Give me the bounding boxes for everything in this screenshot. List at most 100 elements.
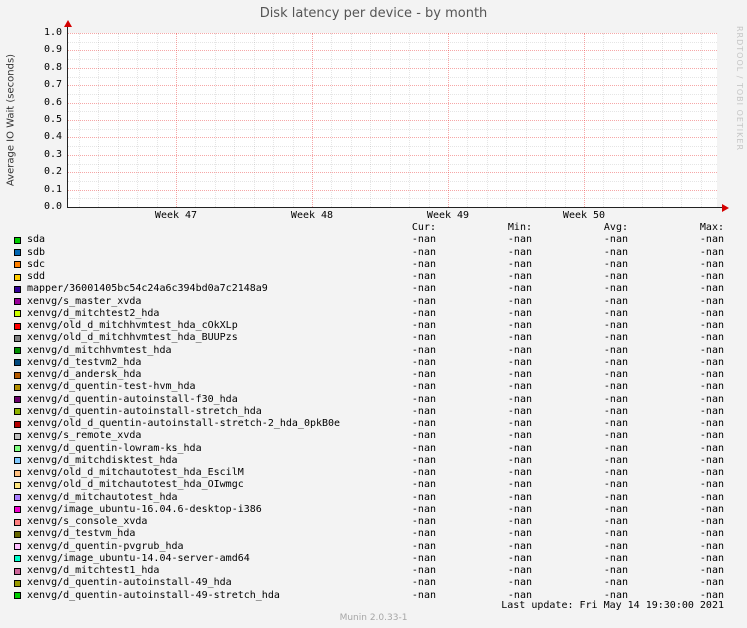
legend-value: -nan bbox=[603, 552, 628, 564]
legend-swatch-icon bbox=[14, 396, 21, 404]
legend-value: -nan bbox=[411, 344, 436, 356]
legend-value: -nan bbox=[699, 516, 724, 528]
gridline bbox=[312, 33, 313, 207]
gridline bbox=[117, 33, 119, 207]
legend-value: -nan bbox=[699, 467, 724, 479]
graph-title: Disk latency per device - by month bbox=[259, 6, 488, 21]
legend-row: xenvg/d_quentin-lowram-ks_hda -nan -nan -na… bbox=[14, 443, 724, 455]
y-axis-arrow-icon bbox=[64, 20, 72, 27]
legend-value: -nan bbox=[411, 234, 436, 246]
legend-value: -nan bbox=[411, 405, 436, 417]
legend-value: -nan bbox=[603, 283, 628, 295]
legend-value: -nan bbox=[507, 405, 532, 417]
gridline bbox=[234, 33, 236, 207]
legend-row: xenvg/old_d_mitchhvmtest_hda_cOkXLp -nan -… bbox=[14, 320, 724, 332]
legend-label: sdb bbox=[27, 246, 46, 258]
legend-value: -nan bbox=[699, 577, 724, 589]
legend-value: -nan bbox=[411, 307, 436, 319]
legend-value: -nan bbox=[603, 271, 628, 283]
gridline bbox=[137, 33, 139, 207]
rrdtool-watermark: RRDTOOL / TOBI OETIKER bbox=[735, 26, 744, 152]
legend-label: xenvg/d_andersk_hda bbox=[27, 369, 142, 381]
legend-swatch-icon bbox=[14, 420, 21, 428]
legend-value: -nan bbox=[603, 479, 628, 491]
gridline bbox=[78, 33, 80, 207]
gridline bbox=[67, 33, 717, 34]
gridline bbox=[67, 76, 717, 78]
legend-swatch-icon bbox=[14, 579, 21, 587]
legend-swatch-icon bbox=[14, 408, 21, 416]
legend-value: -nan bbox=[411, 258, 436, 270]
legend-row: xenvg/d_quentin-autoinstall-f30_hda -nan -… bbox=[14, 394, 724, 406]
legend-value: -nan bbox=[603, 442, 628, 454]
legend-value: -nan bbox=[507, 369, 532, 381]
legend-row: xenvg/d_testvm_hda -nan -nan -nan -nan bbox=[14, 528, 724, 540]
gridline bbox=[67, 102, 717, 104]
legend-value: -nan bbox=[411, 283, 436, 295]
gridline bbox=[67, 93, 717, 95]
legend-value: -nan bbox=[699, 332, 724, 344]
legend-value: -nan bbox=[507, 332, 532, 344]
legend-value: -nan bbox=[699, 295, 724, 307]
gridline bbox=[350, 33, 352, 207]
legend: Cur: Min: Avg: Max: sda -nan -nan -nan -nan sdb -n… bbox=[14, 222, 724, 602]
legend-value: -nan bbox=[507, 503, 532, 515]
gridline bbox=[389, 33, 391, 207]
legend-value: -nan bbox=[603, 405, 628, 417]
legend-swatch-icon bbox=[14, 432, 21, 440]
legend-label: xenvg/old_d_quentin-autoinstall-stretch-… bbox=[27, 418, 340, 430]
gridline bbox=[67, 189, 717, 191]
legend-value: -nan bbox=[411, 565, 436, 577]
gridline bbox=[67, 41, 717, 43]
legend-row: xenvg/d_quentin-pvgrub_hda -nan -nan -nan -n… bbox=[14, 541, 724, 553]
legend-value: -nan bbox=[411, 356, 436, 368]
legend-value: -nan bbox=[603, 393, 628, 405]
legend-label: sdd bbox=[27, 271, 46, 283]
legend-label: xenvg/d_quentin-autoinstall-49_hda bbox=[27, 577, 232, 589]
legend-row: xenvg/s_remote_xvda -nan -nan -nan -nan bbox=[14, 430, 724, 442]
gridline bbox=[428, 33, 430, 207]
gridline bbox=[486, 33, 488, 207]
legend-swatch-icon bbox=[14, 469, 21, 477]
gridline bbox=[545, 33, 547, 207]
legend-value: -nan bbox=[507, 442, 532, 454]
legend-swatch-icon bbox=[14, 236, 21, 244]
gridline bbox=[273, 33, 275, 207]
legend-value: -nan bbox=[603, 540, 628, 552]
legend-row: xenvg/d_mitchhvmtest_hda -nan -nan -nan -nan bbox=[14, 345, 724, 357]
gridline bbox=[409, 33, 411, 207]
legend-value: -nan bbox=[699, 307, 724, 319]
legend-value: -nan bbox=[603, 467, 628, 479]
y-tick-label: 0.0 bbox=[43, 201, 62, 212]
gridline bbox=[467, 33, 469, 207]
gridline bbox=[370, 33, 372, 207]
gridline bbox=[176, 33, 177, 207]
gridline bbox=[67, 180, 717, 182]
legend-swatch-icon bbox=[14, 445, 21, 453]
legend-value: -nan bbox=[507, 344, 532, 356]
x-axis-arrow-icon bbox=[722, 204, 729, 212]
legend-value: -nan bbox=[603, 307, 628, 319]
legend-value: -nan bbox=[699, 271, 724, 283]
legend-label: xenvg/image_ubuntu-14.04-server-amd64 bbox=[27, 552, 250, 564]
legend-label: xenvg/d_testvm_hda bbox=[27, 528, 136, 540]
legend-value: -nan bbox=[699, 418, 724, 430]
legend-label: mapper/36001405bc54c24a6c394bd0a7c2148a9 bbox=[27, 283, 268, 295]
legend-value: -nan bbox=[603, 491, 628, 503]
legend-row: mapper/36001405bc54c24a6c394bd0a7c2148a9… bbox=[14, 283, 724, 295]
legend-value: -nan bbox=[411, 540, 436, 552]
legend-label: xenvg/old_d_mitchautotest_hda_EscilM bbox=[27, 467, 244, 479]
legend-header-row: Cur: Min: Avg: Max: bbox=[14, 222, 724, 234]
legend-swatch-icon bbox=[14, 481, 21, 489]
gridline bbox=[681, 33, 683, 207]
legend-value: -nan bbox=[699, 491, 724, 503]
legend-swatch-icon bbox=[14, 371, 21, 379]
legend-value: -nan bbox=[507, 552, 532, 564]
legend-value: -nan bbox=[603, 565, 628, 577]
legend-value: -nan bbox=[603, 320, 628, 332]
legend-value: -nan bbox=[411, 467, 436, 479]
gridline bbox=[67, 50, 717, 52]
legend-value: -nan bbox=[603, 344, 628, 356]
legend-value: -nan bbox=[411, 491, 436, 503]
gridline bbox=[195, 33, 197, 207]
